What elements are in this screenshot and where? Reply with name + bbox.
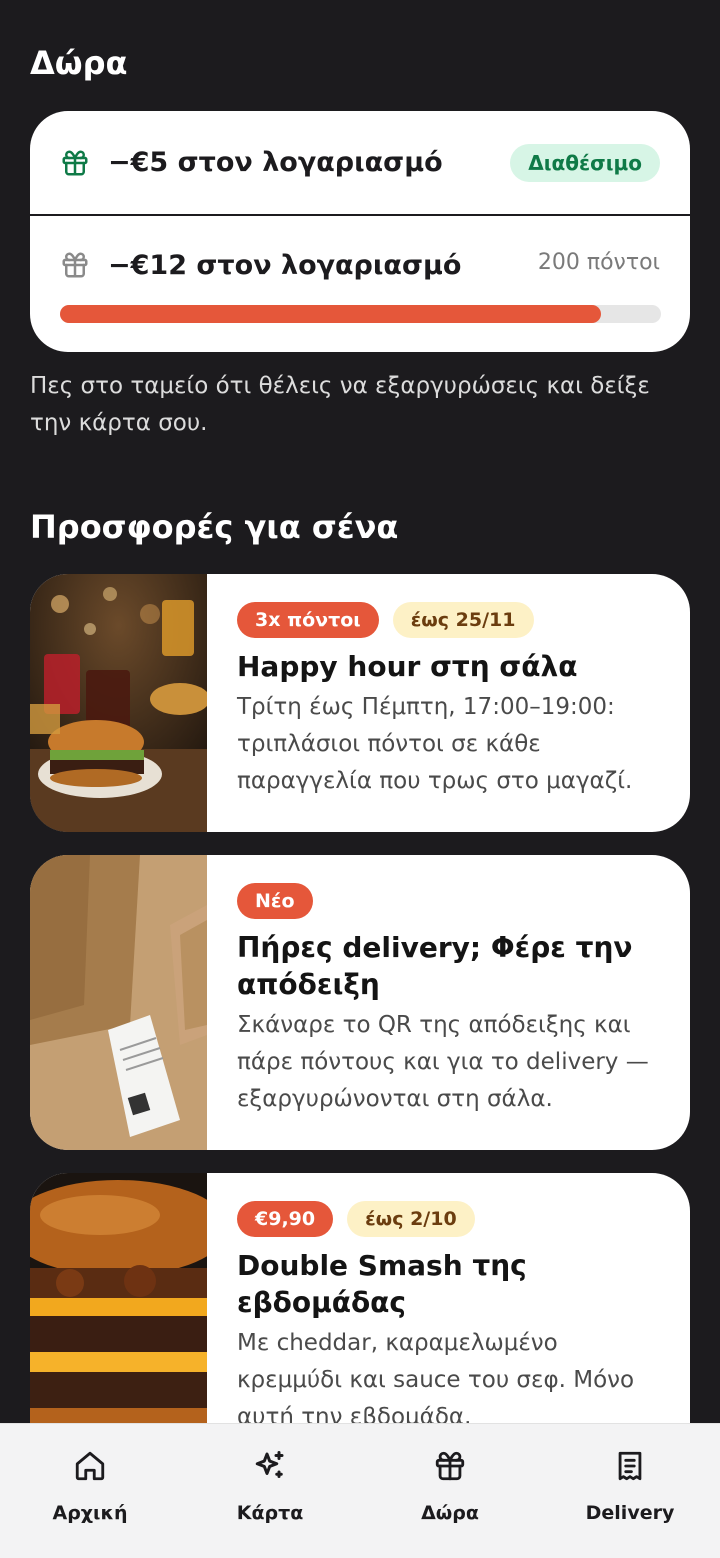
offer-title: Happy hour στη σάλα xyxy=(237,650,578,683)
price-chip: €9,90 xyxy=(237,1201,334,1237)
offer-card-double-smash[interactable]: €9,90 έως 2/10 Double Smash της εβδομάδα… xyxy=(30,1173,690,1463)
sparkle-icon xyxy=(250,1446,290,1486)
offer-image-burger-drinks xyxy=(30,574,207,832)
nav-item-card[interactable]: Κάρτα xyxy=(180,1424,360,1558)
offer-title: Πήρες delivery; Φέρε την απόδειξη xyxy=(237,931,633,1001)
offer-image-double-burger xyxy=(30,1173,207,1463)
points-label: 200 πόντοι xyxy=(537,250,660,275)
nav-label: Δώρα xyxy=(421,1502,479,1524)
offer-description: Τρίτη έως Πέμπτη, 17:00–19:00: τριπλάσιο… xyxy=(237,694,633,794)
offer-card-happy-hour[interactable]: 3x πόντοι έως 25/11 Happy hour στη σάλα … xyxy=(30,574,690,832)
gifts-section-title: Δώρα xyxy=(30,44,128,82)
offer-description: Σκάναρε το QR της απόδειξης και πάρε πόν… xyxy=(237,1012,649,1112)
redeem-hint: Πες στο ταμείο ότι θέλεις να εξαργυρώσει… xyxy=(30,373,650,436)
bottom-navigation: Αρχική Κάρτα Δώρα Delivery xyxy=(0,1423,720,1558)
home-icon xyxy=(70,1446,110,1486)
new-chip: Νέο xyxy=(237,883,313,919)
gift-icon xyxy=(60,148,90,178)
status-badge: Διαθέσιμο xyxy=(510,143,660,182)
gifts-card: −€5 στον λογαριασμό Διαθέσιμο −€12 στον … xyxy=(30,111,690,352)
gift-icon xyxy=(60,250,90,280)
nav-item-home[interactable]: Αρχική xyxy=(0,1424,180,1558)
gift-icon xyxy=(430,1446,470,1486)
gift-item-available[interactable]: −€5 στον λογαριασμό Διαθέσιμο xyxy=(30,111,690,214)
nav-item-gifts[interactable]: Δώρα xyxy=(360,1424,540,1558)
offer-image-bag-receipt xyxy=(30,855,207,1150)
gift-title: −€5 στον λογαριασμό xyxy=(108,147,443,178)
offers-section-title: Προσφορές για σένα xyxy=(30,508,399,546)
nav-item-delivery[interactable]: Delivery xyxy=(540,1424,720,1558)
gift-title: −€12 στον λογαριασμό xyxy=(108,250,462,281)
offer-card-delivery-receipt[interactable]: Νέο Πήρες delivery; Φέρε την απόδειξη Σκ… xyxy=(30,855,690,1150)
nav-label: Delivery xyxy=(585,1502,675,1524)
points-multiplier-chip: 3x πόντοι xyxy=(237,602,379,638)
offer-title: Double Smash της εβδομάδας xyxy=(237,1249,527,1319)
points-progress-bar xyxy=(60,305,661,323)
expiry-chip: έως 25/11 xyxy=(392,602,534,638)
nav-label: Αρχική xyxy=(52,1502,128,1524)
expiry-chip: έως 2/10 xyxy=(347,1201,475,1237)
receipt-icon xyxy=(610,1446,650,1486)
nav-label: Κάρτα xyxy=(236,1502,304,1524)
points-progress-fill xyxy=(60,305,601,323)
offer-description: Με cheddar, καραμελωμένο κρεμμύδι και sa… xyxy=(237,1330,635,1430)
